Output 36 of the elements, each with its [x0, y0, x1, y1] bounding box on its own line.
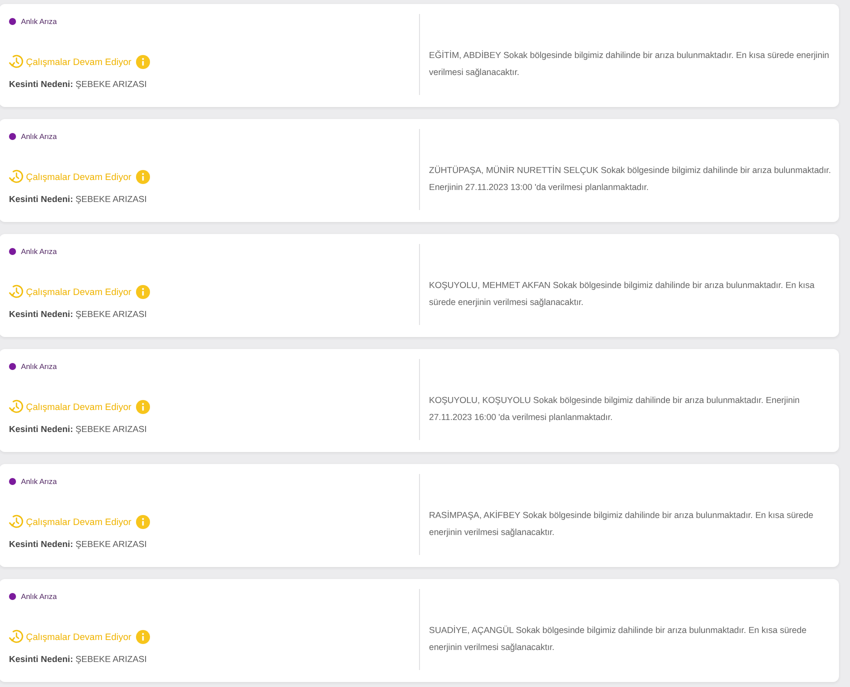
info-icon	[136, 514, 150, 528]
outage-reason-text: Kesinti Nedeni: ŞEBEKE ARIZASI	[9, 78, 147, 90]
outage-reason-text: Kesinti Nedeni: ŞEBEKE ARIZASI	[9, 538, 147, 550]
circular-arrow-icon	[9, 514, 24, 529]
circular-arrow-icon	[9, 54, 24, 69]
outage-description: ZÜHTÜPAŞA, MÜNİR NURETTİN SELÇUK Sokak bölgesinde bilgimiz dahilinde bir arıza bulunmaktadır. Enerjinin 27.11.2023 13:00 'da verilmesi planlanmaktadır.	[429, 164, 832, 194]
dot-icon	[9, 478, 16, 485]
dot-icon	[9, 133, 16, 140]
dot-icon	[9, 18, 16, 25]
dot-icon	[9, 363, 16, 370]
status-text: Çalışmalar Devam Ediyor	[26, 56, 132, 68]
outage-description: EĞİTİM, ABDİBEY Sokak bölgesinde bilgimiz dahilinde bir arıza bulunmaktadır. En kısa sürede enerjinin verilmesi sağlanacaktır.	[429, 49, 830, 79]
outage-reason-text: Kesinti Nedeni: ŞEBEKE ARIZASI	[9, 308, 147, 320]
info-icon	[136, 54, 150, 68]
outage-reason-text: Kesinti Nedeni: ŞEBEKE ARIZASI	[9, 423, 147, 435]
info-icon	[136, 284, 150, 298]
circular-arrow-icon	[9, 284, 24, 299]
outage-reason-text: Kesinti Nedeni: ŞEBEKE ARIZASI	[9, 193, 147, 205]
info-icon	[136, 170, 150, 184]
status-text: Çalışmalar Devam Ediyor	[26, 286, 132, 298]
status-text: Çalışmalar Devam Ediyor	[26, 400, 132, 412]
outage-reason-text: Kesinti Nedeni: ŞEBEKE ARIZASI	[9, 653, 147, 665]
outage-description: KOŞUYOLU, MEHMET AKFAN Sokak bölgesinde bilgimiz dahilinde bir arıza bulunmaktadır. En kısa sürede enerjinin verilmesi sağlanacaktır.	[429, 279, 816, 309]
circular-arrow-icon	[9, 629, 24, 644]
status-text: Çalışmalar Devam Ediyor	[26, 170, 132, 182]
dot-icon	[9, 248, 16, 255]
dot-icon	[9, 593, 16, 600]
status-text: Çalışmalar Devam Ediyor	[26, 630, 132, 642]
circular-arrow-icon	[9, 169, 24, 184]
circular-arrow-icon	[9, 399, 24, 414]
outage-description: SUADİYE, AÇANGÜL Sokak bölgesinde bilgimiz dahilinde bir arıza bulunmaktadır. En kısa sürede enerjinin verilmesi sağlanacaktır.	[429, 624, 808, 654]
status-text: Çalışmalar Devam Ediyor	[26, 516, 132, 528]
info-icon	[136, 630, 150, 644]
outage-description: RASİMPAŞA, AKİFBEY Sokak bölgesinde bilgimiz dahilinde bir arıza bulunmaktadır. En kısa sürede enerjinin verilmesi sağlanacaktır.	[429, 509, 814, 539]
outage-description: KOŞUYOLU, KOŞUYOLU Sokak bölgesinde bilgimiz dahilinde bir arıza bulunmaktadır. Enerjinin 27.11.2023 16:00 'da verilmesi planlanmaktadır.	[429, 394, 801, 424]
info-icon	[136, 400, 150, 414]
